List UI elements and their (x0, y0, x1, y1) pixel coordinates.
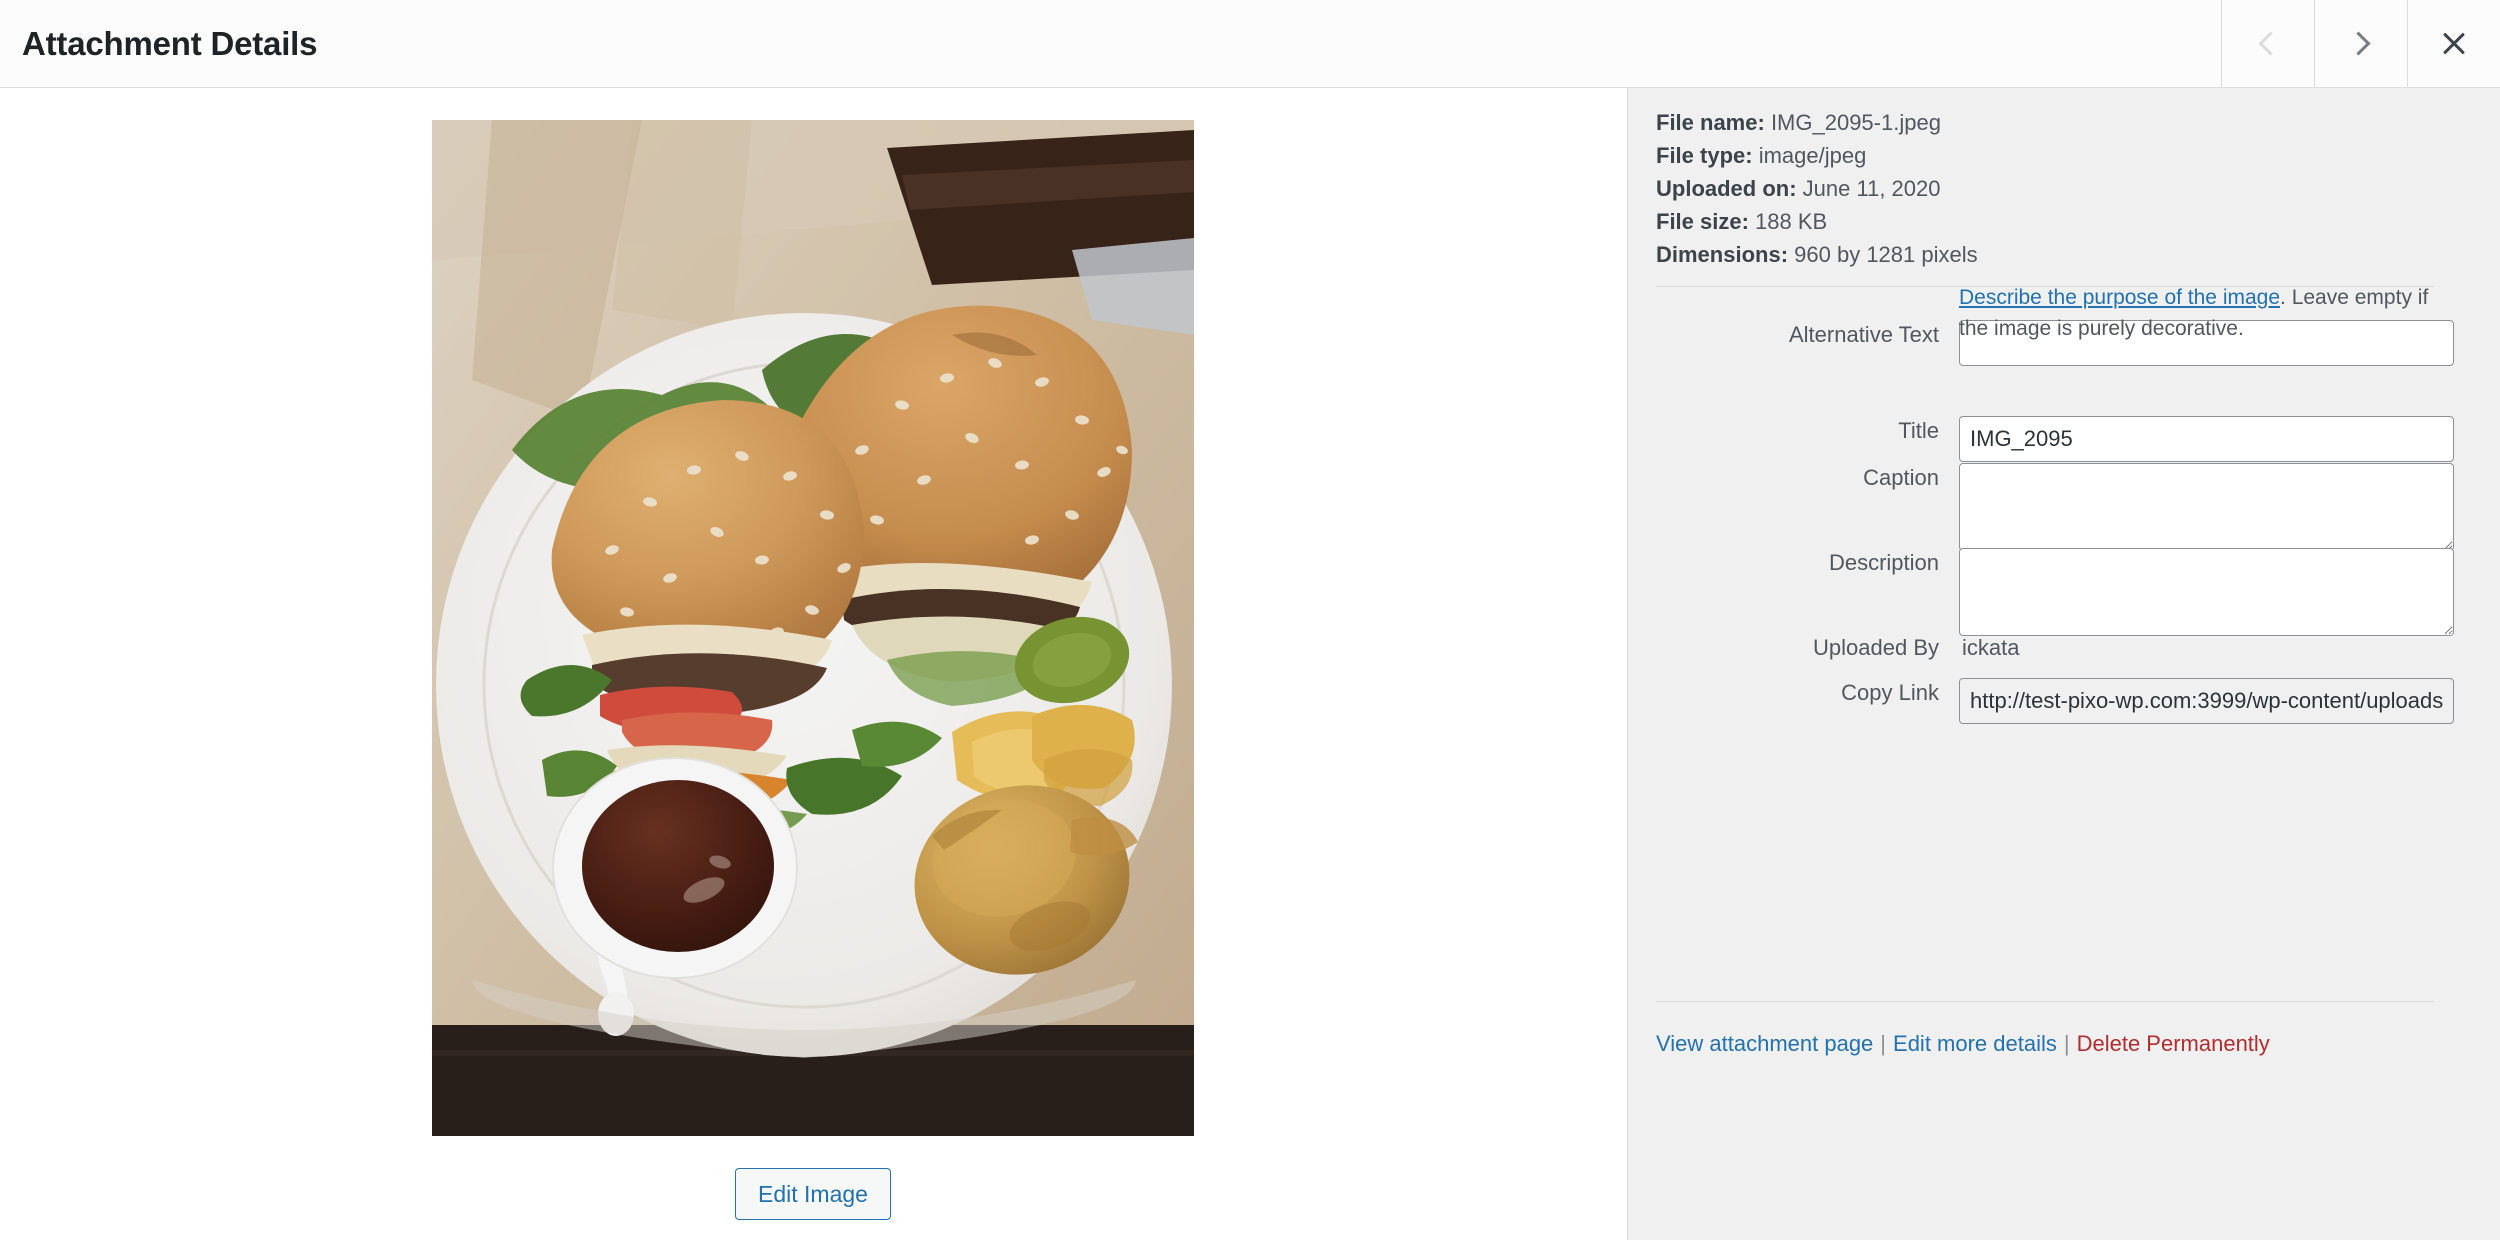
caption-label: Caption (1863, 465, 1939, 490)
meta-uploaded-on-label: Uploaded on: (1656, 176, 1797, 201)
media-preview-pane: Edit Image (0, 88, 1627, 1240)
attachment-details-pane: File name: IMG_2095-1.jpeg File type: im… (1627, 88, 2500, 1240)
edit-more-details-link[interactable]: Edit more details (1893, 1031, 2057, 1056)
attachment-thumbnail (432, 120, 1194, 1136)
file-metadata: File name: IMG_2095-1.jpeg File type: im… (1656, 106, 2476, 271)
copy-link-label: Copy Link (1841, 680, 1939, 705)
attachment-details-modal: Attachment Details Edit Image File name:… (0, 0, 2500, 1240)
alt-text-help: Describe the purpose of the image. Leave… (1959, 282, 2459, 344)
meta-file-type-value: image/jpeg (1758, 143, 1867, 168)
caption-field-wrap (1959, 463, 2454, 551)
title-field-wrap (1959, 416, 2454, 462)
meta-file-type-label: File type: (1656, 143, 1753, 168)
meta-dimensions-label: Dimensions: (1656, 242, 1789, 267)
delete-permanently-link[interactable]: Delete Permanently (2077, 1031, 2270, 1056)
meta-file-size-label: File size: (1656, 209, 1749, 234)
title-label: Title (1898, 418, 1939, 443)
chevron-left-icon (2258, 31, 2283, 56)
attachment-actions: View attachment page | Edit more details | D… (1656, 1028, 2270, 1060)
uploaded-by-label: Uploaded By (1813, 635, 1939, 660)
burger-photo-illustration (432, 120, 1194, 1136)
close-icon (2441, 31, 2467, 57)
meta-file-type: File type: image/jpeg (1656, 139, 2476, 172)
meta-file-name-value: IMG_2095-1.jpeg (1770, 110, 1941, 135)
meta-dimensions: Dimensions: 960 by 1281 pixels (1656, 238, 2476, 271)
alt-text-label: Alternative Text (1788, 322, 1939, 347)
meta-uploaded-on-value: June 11, 2020 (1802, 176, 1941, 201)
meta-file-size: File size: 188 KB (1656, 205, 2476, 238)
uploaded-by-value: ickata (1962, 635, 2020, 660)
previous-attachment-button[interactable] (2221, 0, 2314, 87)
description-textarea[interactable] (1959, 548, 2454, 636)
title-input[interactable] (1959, 416, 2454, 462)
copy-link-field-wrap (1959, 678, 2454, 724)
meta-file-name: File name: IMG_2095-1.jpeg (1656, 106, 2476, 139)
next-attachment-button[interactable] (2314, 0, 2407, 87)
meta-file-size-value: 188 KB (1755, 209, 1828, 234)
action-separator-1: | (1880, 1031, 1887, 1056)
description-label: Description (1828, 550, 1939, 575)
edit-image-button[interactable]: Edit Image (735, 1168, 891, 1220)
divider-bottom (1656, 1001, 2434, 1002)
describe-purpose-link[interactable]: Describe the purpose of the image (1959, 286, 2280, 309)
attachment-image (432, 120, 1194, 1136)
meta-uploaded-on: Uploaded on: June 11, 2020 (1656, 172, 2476, 205)
chevron-right-icon (2346, 31, 2371, 56)
meta-dimensions-value: 960 by 1281 pixels (1794, 242, 1978, 267)
page-title: Attachment Details (22, 25, 318, 62)
close-modal-button[interactable] (2407, 0, 2500, 87)
meta-file-name-label: File name: (1656, 110, 1765, 135)
copy-link-input[interactable] (1959, 678, 2454, 724)
view-attachment-page-link[interactable]: View attachment page (1656, 1031, 1873, 1056)
description-field-wrap (1959, 548, 2454, 636)
caption-textarea[interactable] (1959, 463, 2454, 551)
action-separator-2: | (2063, 1031, 2070, 1056)
modal-header: Attachment Details (0, 0, 2500, 88)
